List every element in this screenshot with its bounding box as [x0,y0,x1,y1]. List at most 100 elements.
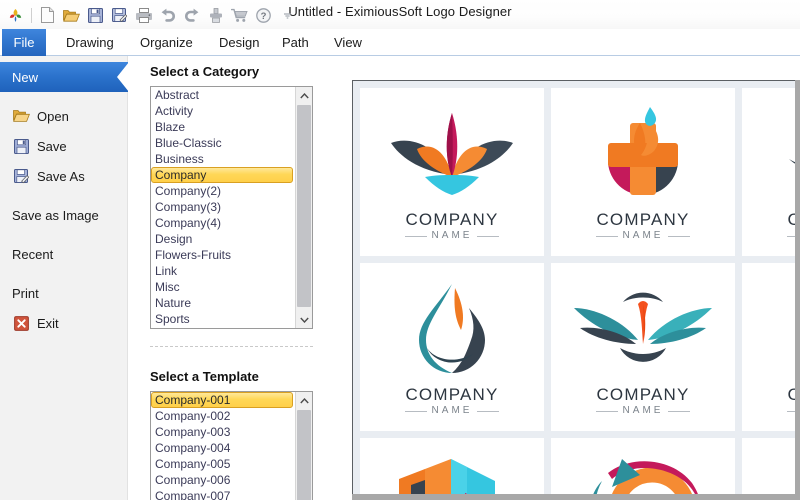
category-listbox[interactable]: Abstract Activity Blaze Blue-Classic Bus… [150,86,313,329]
company-name-sub: NAME [622,405,664,416]
tab-organize[interactable]: Organize [130,29,203,56]
template-preview-pane: COMPANY NAME COMPANY NAME C COMPANY NAME… [352,80,800,500]
menu-item-print[interactable]: Print [0,278,127,308]
partial-orange-logo-art [759,453,800,500]
tab-file[interactable]: File [2,29,46,56]
app-logo-icon[interactable] [4,4,27,26]
category-item[interactable]: Blue-Classic [151,135,295,151]
redo-icon[interactable] [180,4,203,26]
tab-path[interactable]: Path [272,29,319,56]
company-name-block: COMPANY NAME [595,211,691,241]
toolbar-separator [31,7,32,23]
category-item[interactable]: Business [151,151,295,167]
template-thumb-droplet[interactable]: COMPANY NAME [360,263,544,431]
category-item[interactable]: Nature [151,295,295,311]
undo-icon[interactable] [156,4,179,26]
template-item[interactable]: Company-003 [151,424,295,440]
company-name-main: COMPANY [405,385,499,404]
template-item-selected[interactable]: Company-001 [151,392,293,408]
menu-item-new[interactable]: New [0,62,129,92]
preview-horizontal-scrollbar[interactable] [352,494,800,500]
category-item[interactable]: Company(2) [151,183,295,199]
template-item[interactable]: Company-004 [151,440,295,456]
menu-item-recent-label: Recent [12,246,54,262]
template-thumb-partial-dark[interactable]: COMPANY NAME [742,263,800,431]
menu-item-open[interactable]: Open [0,101,127,131]
category-item[interactable]: Link [151,263,295,279]
tab-view-label: View [334,35,362,50]
template-item[interactable]: Company-002 [151,408,295,424]
selection-chevron-icon [117,62,129,92]
category-item[interactable]: Company(4) [151,215,295,231]
save-as-icon[interactable] [108,4,131,26]
category-item[interactable]: Sports [151,311,295,327]
quick-access-toolbar: ? [4,3,299,27]
company-name-sub-row: NAME [404,231,500,241]
menu-item-new-label: New [12,69,39,85]
open-folder-icon[interactable] [60,4,83,26]
menu-item-save[interactable]: Save [0,131,127,161]
menu-item-recent[interactable]: Recent [0,239,127,269]
tab-drawing[interactable]: Drawing [56,29,124,56]
scroll-thumb[interactable] [297,105,311,307]
company-name-sub: NAME [622,230,664,241]
tab-file-label: File [13,35,35,50]
template-thumb-partial-orange[interactable]: COMPANY NAME [742,438,800,500]
scroll-thumb[interactable] [297,410,311,500]
category-item[interactable]: Misc [151,279,295,295]
company-name-main: COMPANY [405,210,499,229]
ribbon-tab-strip: File Drawing Organize Design Path View [0,29,800,56]
tab-drawing-label: Drawing [66,35,114,50]
company-name-block: COMPANY NAME [404,210,500,241]
category-item[interactable]: Design [151,231,295,247]
template-item[interactable]: Company-005 [151,456,295,472]
print-icon[interactable] [132,4,155,26]
rule-right [477,235,500,237]
open-folder-icon [12,107,30,125]
template-item[interactable]: Company-007 [151,488,295,500]
partial-dark-logo-art [759,278,800,382]
category-item-selected[interactable]: Company [151,167,293,183]
template-thumb-cube[interactable]: COMPANY NAME [360,438,544,500]
scroll-up-arrow-icon[interactable] [296,87,312,104]
category-item[interactable]: Abstract [151,87,295,103]
tab-design[interactable]: Design [209,29,269,56]
template-thumb-swirl-arrows[interactable]: COMPANY NAME [551,438,735,500]
help-icon[interactable]: ? [252,4,275,26]
category-item[interactable]: Blaze [151,119,295,135]
svg-text:?: ? [261,11,267,22]
rule-left [404,410,427,412]
save-icon[interactable] [84,4,107,26]
template-thumb-partial-red[interactable]: COMPANY NAME [742,88,800,256]
menu-item-exit[interactable]: Exit [0,308,127,338]
template-thumb-wings[interactable]: COMPANY NAME [551,263,735,431]
template-thumb-cross-flame[interactable]: COMPANY NAME [551,88,735,256]
template-list-scrollbar[interactable] [295,392,312,500]
template-listbox[interactable]: Company-001 Company-002 Company-003 Comp… [150,391,313,500]
company-name-main: COMPANY [596,385,690,404]
cart-icon[interactable] [228,4,251,26]
template-thumb-lotus[interactable]: COMPANY NAME [360,88,544,256]
template-item[interactable]: Company-006 [151,472,295,488]
tab-organize-label: Organize [140,35,193,50]
menu-item-save-as[interactable]: Save As [0,161,127,191]
scroll-down-arrow-icon[interactable] [296,311,312,328]
rule-left [595,235,618,237]
menu-item-open-label: Open [37,108,69,124]
category-item[interactable]: Flowers-Fruits [151,247,295,263]
export-icon[interactable] [204,4,227,26]
category-list-scrollbar[interactable] [295,87,312,328]
company-name-sub-row: NAME [595,405,691,416]
scroll-up-arrow-icon[interactable] [296,392,312,409]
new-icon[interactable] [36,4,59,26]
template-list-scrollport: Company-001 Company-002 Company-003 Comp… [151,392,295,500]
category-item[interactable]: Company(3) [151,199,295,215]
menu-item-save-as-image[interactable]: Save as Image [0,200,127,230]
menu-item-save-as-label: Save As [37,168,85,184]
tab-view[interactable]: View [324,29,372,56]
preview-vertical-scrollbar[interactable] [795,80,800,500]
chevron-down-icon[interactable] [276,4,299,26]
category-item[interactable]: Activity [151,103,295,119]
rule-left [404,235,427,237]
company-name-sub: NAME [431,405,473,416]
